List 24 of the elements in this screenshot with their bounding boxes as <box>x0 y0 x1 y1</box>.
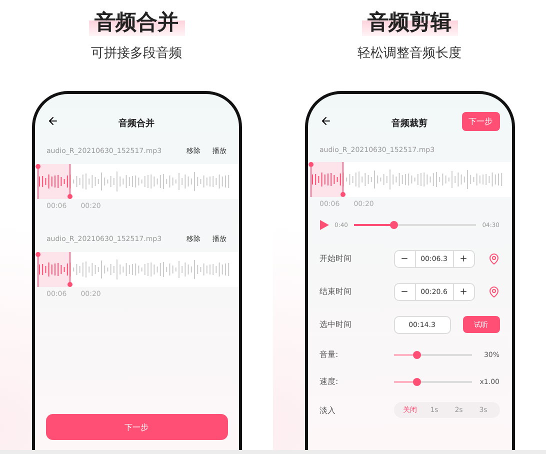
row-label: 速度: <box>320 376 340 387</box>
location-pin-icon[interactable] <box>488 252 500 264</box>
slider-thumb[interactable] <box>412 350 421 358</box>
location-pin-icon[interactable] <box>488 286 500 298</box>
back-icon[interactable] <box>320 115 332 127</box>
feature-subheading: 可拼接多段音频 <box>91 45 182 62</box>
plus-icon[interactable] <box>459 254 468 263</box>
next-button[interactable]: 下一步 <box>462 112 500 131</box>
row-label: 结束时间 <box>320 286 352 297</box>
plus-icon[interactable] <box>459 287 468 296</box>
slider-thumb[interactable] <box>412 378 421 386</box>
next-button[interactable]: 下一步 <box>46 414 228 440</box>
feature-subheading: 轻松调整音频长度 <box>358 45 462 62</box>
screen-title: 音频合并 <box>118 117 154 130</box>
slider-thumb[interactable] <box>390 221 398 229</box>
feature-heading: 音频剪辑 <box>362 8 458 36</box>
row-label: 开始时间 <box>320 253 352 264</box>
row-label: 淡入 <box>320 404 336 416</box>
row-label: 音量: <box>320 349 340 360</box>
play-icon[interactable] <box>320 220 328 230</box>
row-label: 选中时间 <box>320 319 352 330</box>
back-icon[interactable] <box>46 115 58 127</box>
feature-heading: 音频合并 <box>88 8 184 36</box>
screen-title: 音频裁剪 <box>392 117 428 130</box>
